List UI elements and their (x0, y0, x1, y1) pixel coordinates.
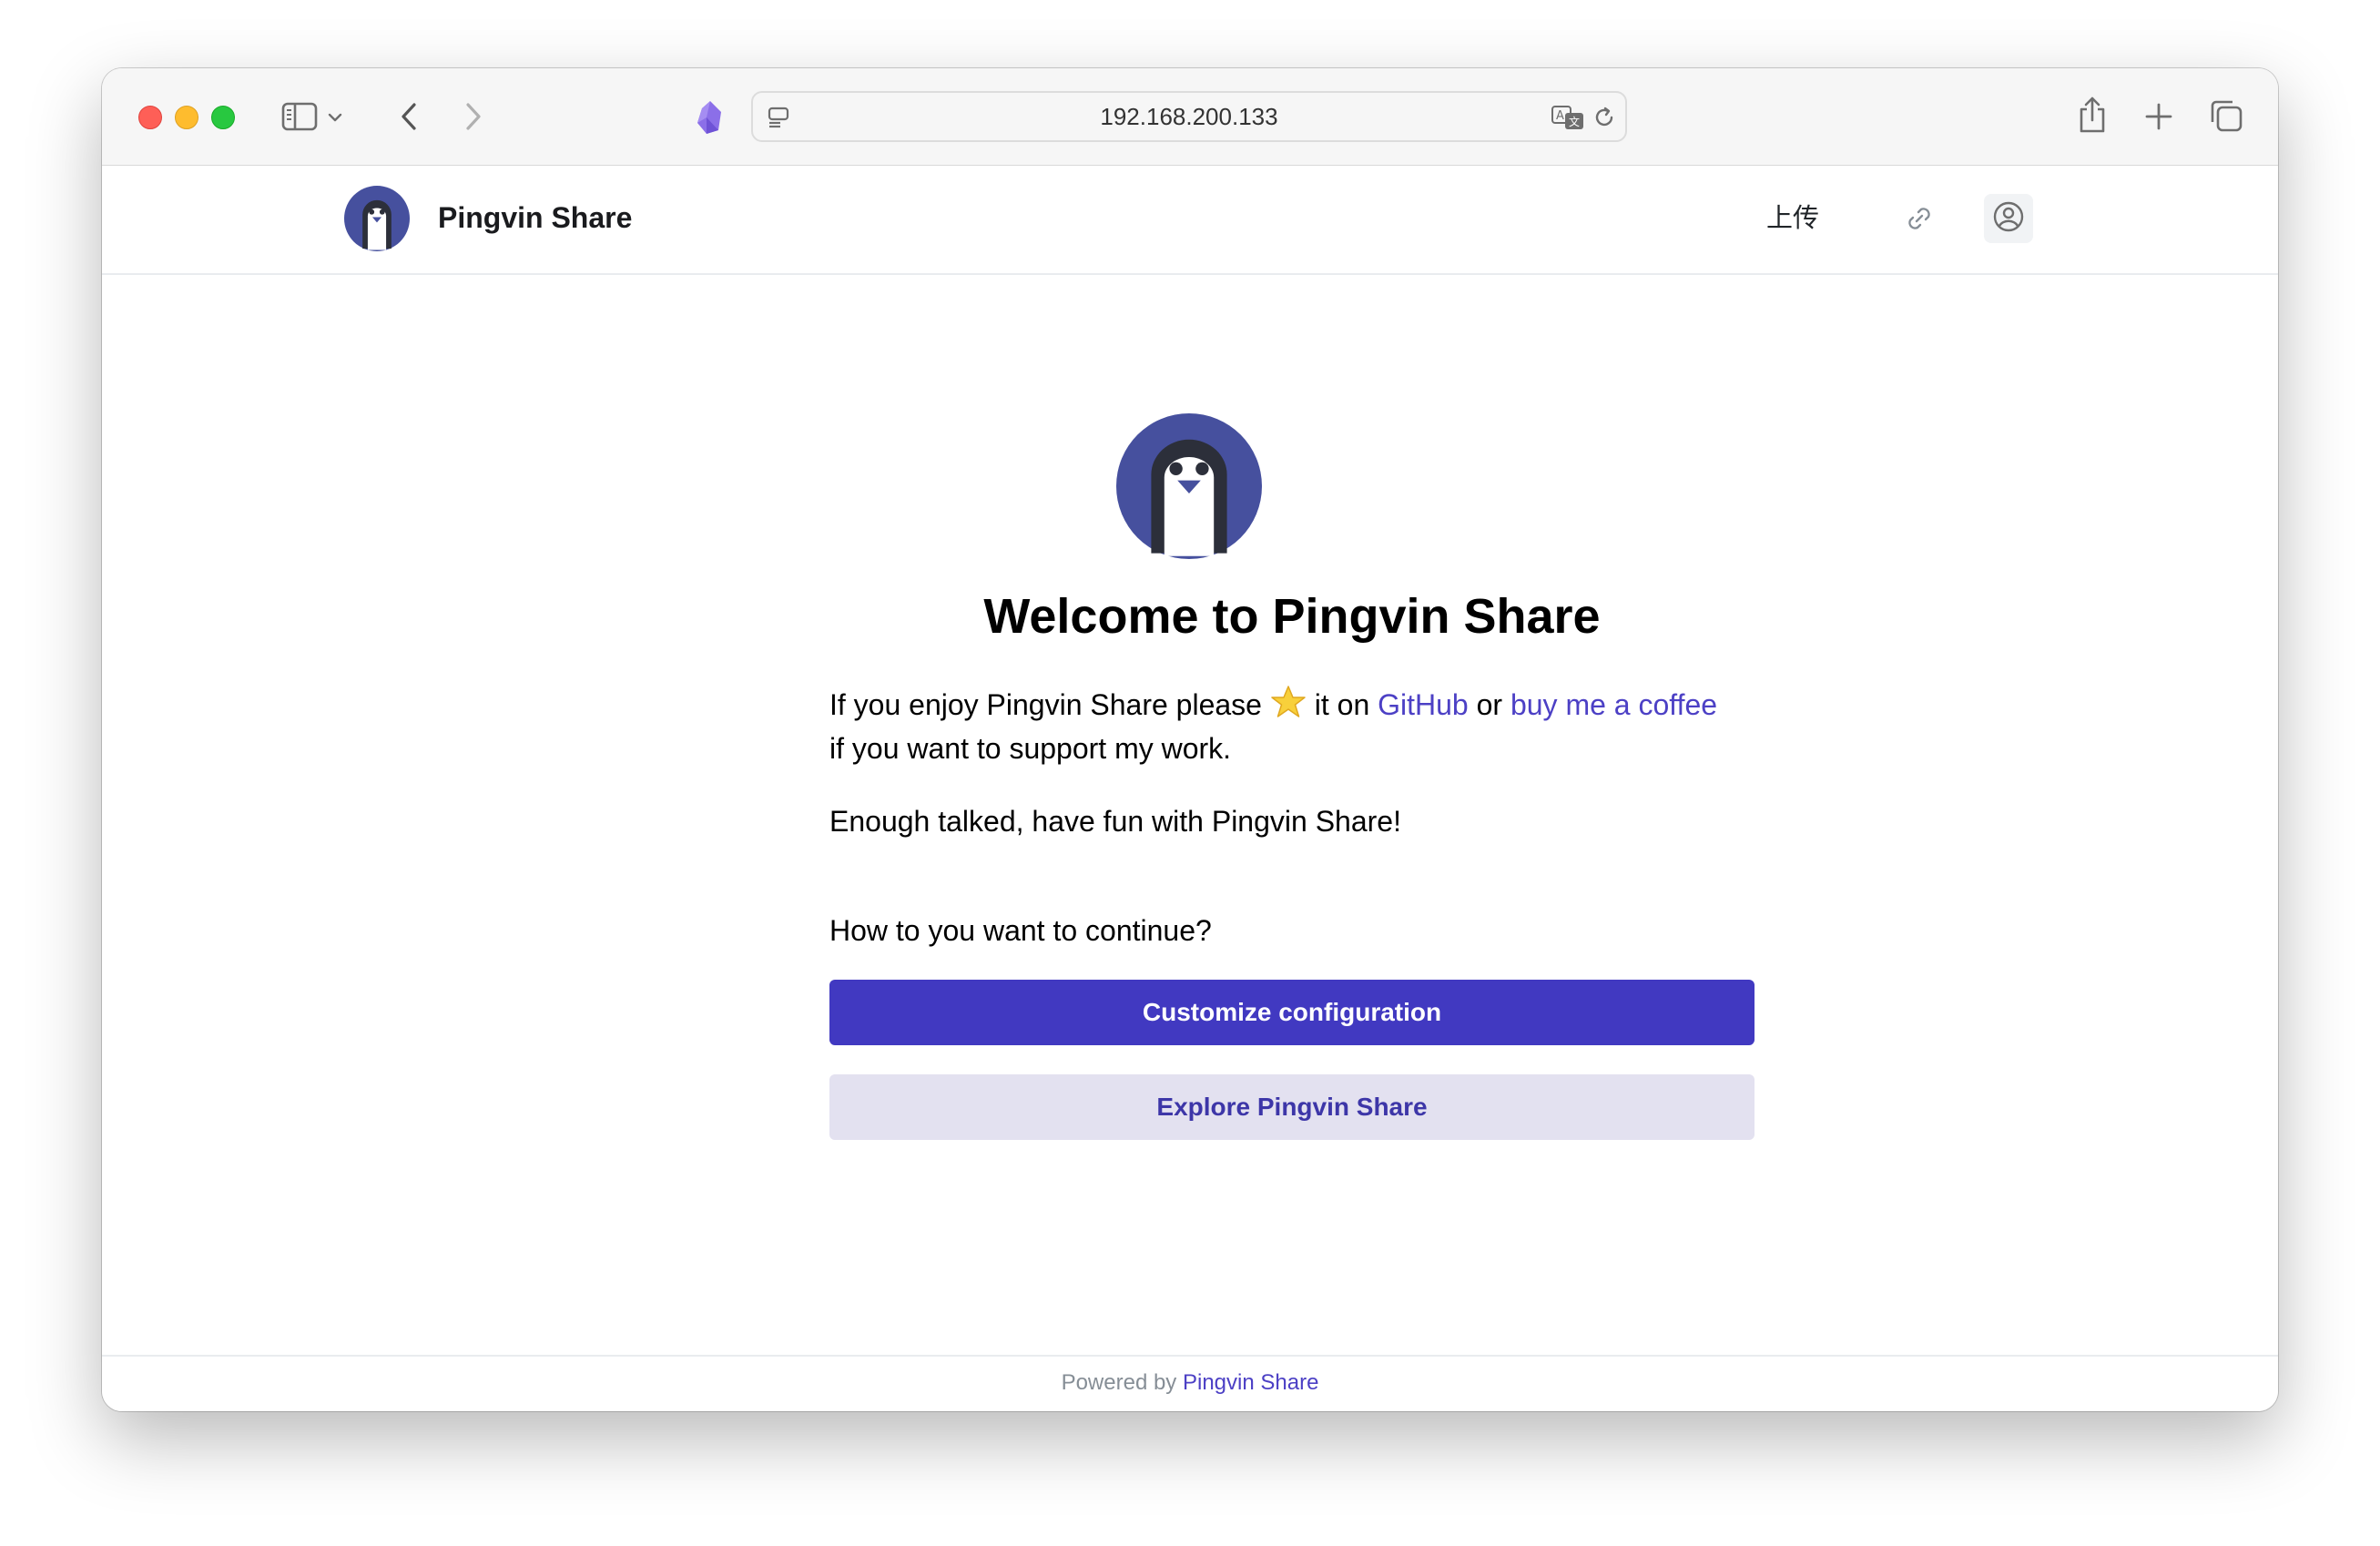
hero-logo-icon (1116, 413, 1262, 559)
translate-icon[interactable]: A文 (1550, 102, 1586, 133)
browser-window: 192.168.200.133 A文 Pingvin Share 上传 Welc… (102, 68, 2278, 1411)
enough-text: Enough talked, have fun with Pingvin Sha… (829, 805, 1401, 838)
close-window-button[interactable] (138, 106, 162, 129)
footer: Powered by Pingvin Share (102, 1355, 2278, 1411)
link-icon[interactable] (1903, 202, 1936, 235)
minimize-window-button[interactable] (175, 106, 198, 129)
brand-name[interactable]: Pingvin Share (438, 197, 632, 239)
back-button[interactable] (395, 98, 422, 135)
chevron-down-icon[interactable] (326, 108, 344, 127)
powered-by-text: Powered by (1061, 1370, 1177, 1395)
forward-button[interactable] (460, 98, 487, 135)
user-menu-button[interactable] (1984, 194, 2033, 243)
app-header: Pingvin Share 上传 (102, 166, 2278, 275)
pingvin-logo-icon[interactable] (344, 186, 410, 251)
reload-icon[interactable] (1591, 104, 1618, 131)
tab-overview-icon[interactable] (2207, 97, 2245, 135)
share-icon[interactable] (2074, 94, 2110, 136)
nav-upload-link[interactable]: 上传 (1766, 197, 1819, 239)
buy-me-a-coffee-link[interactable]: buy me a coffee (1510, 688, 1717, 721)
svg-text:A: A (1556, 109, 1564, 123)
page: Pingvin Share 上传 Welcome to Pingvin Shar… (102, 166, 2278, 1411)
address-bar[interactable]: 192.168.200.133 A文 (751, 91, 1627, 142)
intro-suffix: if you want to support my work. (829, 732, 1232, 765)
github-link[interactable]: GitHub (1378, 688, 1469, 721)
obsidian-extension-icon[interactable] (691, 97, 727, 137)
zoom-window-button[interactable] (211, 106, 235, 129)
address-text: 192.168.200.133 (1100, 103, 1278, 130)
explore-pingvin-share-button[interactable]: Explore Pingvin Share (829, 1074, 1754, 1140)
browser-toolbar: 192.168.200.133 A文 (102, 68, 2278, 166)
new-tab-icon[interactable] (2141, 98, 2177, 135)
intro-paragraph: If you enjoy Pingvin Share please it on … (829, 683, 1754, 770)
star-icon (1270, 684, 1307, 720)
intro-middle: it on (1314, 688, 1370, 721)
svg-text:文: 文 (1569, 115, 1580, 128)
pingvin-share-footer-link[interactable]: Pingvin Share (1183, 1370, 1318, 1395)
customize-configuration-button[interactable]: Customize configuration (829, 980, 1754, 1045)
continue-question: How to you want to continue? (829, 914, 1212, 947)
intro-or: or (1476, 688, 1503, 721)
page-title: Welcome to Pingvin Share (983, 589, 1601, 644)
intro-prefix: If you enjoy Pingvin Share please (829, 688, 1262, 721)
sidebar-icon[interactable] (280, 98, 319, 135)
user-circle-icon (1992, 200, 2025, 238)
